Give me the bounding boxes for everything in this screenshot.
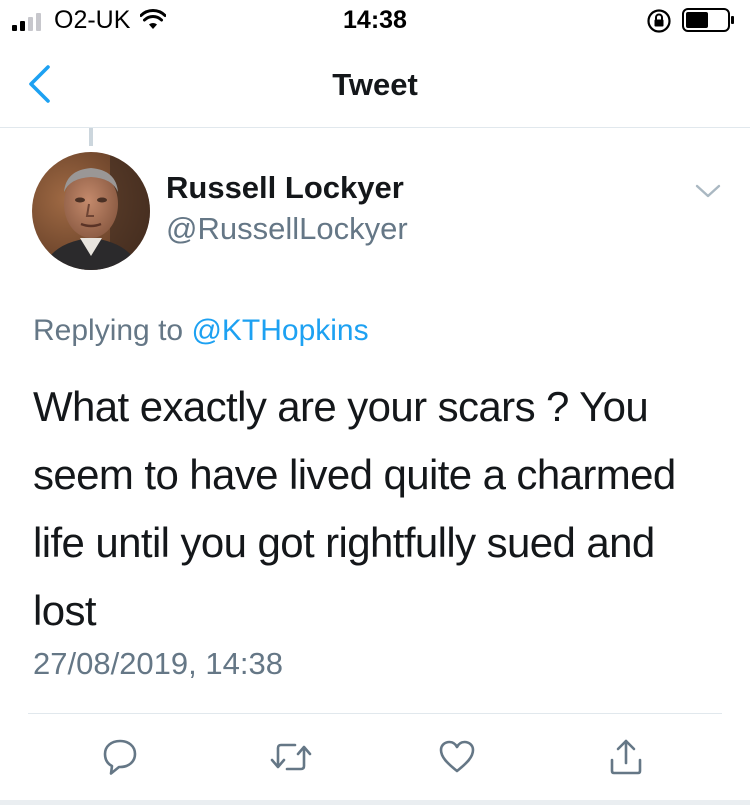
retweet-icon[interactable] <box>268 736 314 778</box>
replying-to-handle-link[interactable]: @KTHopkins <box>191 314 368 347</box>
replying-to-label: Replying to <box>33 314 184 347</box>
author-display-name[interactable]: Russell Lockyer <box>166 170 404 206</box>
replying-to-line: Replying to @KTHopkins <box>33 314 369 348</box>
page-title: Tweet <box>332 67 418 102</box>
avatar[interactable] <box>32 152 150 270</box>
like-icon[interactable] <box>437 736 477 778</box>
tweet-text: What exactly are your scars ? You seem t… <box>33 383 676 634</box>
bottom-edge <box>0 800 750 805</box>
tweet-timestamp: 27/08/2019, 14:38 <box>33 646 283 681</box>
status-time: 14:38 <box>343 6 407 34</box>
chevron-down-icon[interactable] <box>694 182 722 200</box>
share-icon[interactable] <box>606 736 646 778</box>
reply-icon[interactable] <box>100 736 140 778</box>
thread-connector <box>89 128 93 146</box>
avatar-photo <box>32 152 150 270</box>
battery-icon <box>682 8 734 32</box>
rotation-lock-icon <box>647 9 671 33</box>
nav-bar: Tweet <box>0 40 750 128</box>
author-handle[interactable]: @RussellLockyer <box>166 211 408 247</box>
divider <box>28 713 722 714</box>
status-bar: O2-UK 14:38 <box>0 0 750 40</box>
